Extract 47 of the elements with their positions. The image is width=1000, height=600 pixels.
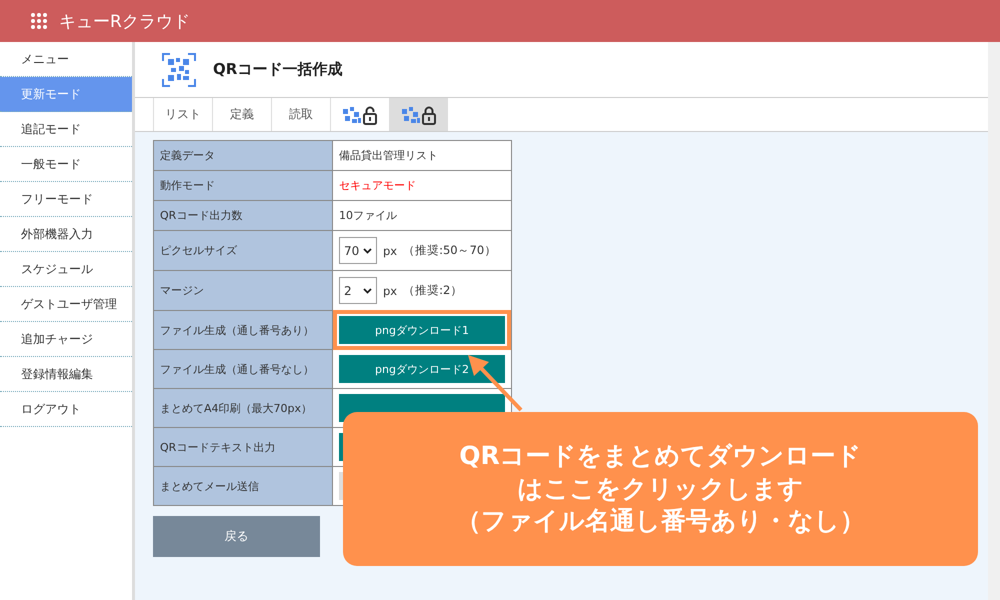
sidebar-item[interactable]: 追記モード [0, 112, 132, 147]
sidebar-item[interactable]: フリーモード [0, 182, 132, 217]
page-title: QRコード一括作成 [213, 60, 342, 79]
chevron-down-icon [363, 288, 372, 294]
qr-lock-icon [401, 104, 437, 124]
table-cell: マージン [154, 270, 332, 310]
action-button[interactable]: pngダウンロード1 [339, 316, 505, 344]
tab[interactable] [389, 98, 448, 131]
table-cell: 10ファイル [332, 200, 512, 230]
callout-text: はここをクリックします [518, 472, 804, 505]
dropdown[interactable]: 70 [339, 237, 377, 264]
table-cell: 備品貸出管理リスト [332, 140, 512, 170]
callout-text: QRコードをまとめてダウンロード [459, 440, 862, 472]
chevron-down-icon [363, 248, 372, 254]
unit-label: px [383, 244, 398, 258]
qr-code-icon [162, 52, 196, 86]
sidebar-item[interactable]: 追加チャージ [0, 322, 132, 357]
app-title: キューRクラウド [59, 10, 190, 32]
tab[interactable]: 定義 [212, 98, 271, 131]
hint-text: （推奨:2） [403, 283, 462, 298]
app-grid-icon[interactable] [31, 13, 47, 29]
back-button[interactable]: 戻る [153, 516, 320, 557]
sidebar-item[interactable]: スケジュール [0, 252, 132, 287]
table-cell: 定義データ [154, 140, 332, 170]
table-cell: まとめてA4印刷（最大70px） [154, 388, 332, 428]
table-cell: ピクセルサイズ [154, 230, 332, 270]
unit-label: px [383, 284, 398, 298]
action-button[interactable]: pngダウンロード2 [339, 355, 505, 383]
sidebar-item[interactable]: ログアウト [0, 392, 132, 427]
tab[interactable]: 読取 [271, 98, 330, 131]
table-cell: 動作モード [154, 170, 332, 200]
table-cell: QRコード出力数 [154, 200, 332, 230]
qr-lock-icon [342, 104, 378, 124]
tab[interactable]: リスト [153, 98, 212, 131]
table-cell: セキュアモード [332, 170, 512, 200]
dropdown[interactable]: 2 [339, 277, 377, 304]
callout-text: （ファイル名通し番号あり・なし） [456, 505, 865, 538]
scrollbar[interactable] [988, 42, 1000, 600]
table-cell: まとめてメール送信 [154, 466, 332, 506]
sidebar-item[interactable]: 外部機器入力 [0, 217, 132, 252]
sidebar-item[interactable]: ゲストユーザ管理 [0, 287, 132, 322]
table-cell: QRコードテキスト出力 [154, 428, 332, 466]
sidebar-item[interactable]: 一般モード [0, 147, 132, 182]
sidebar-item[interactable]: 登録情報編集 [0, 357, 132, 392]
table-cell: ファイル生成（通し番号なし） [154, 350, 332, 388]
table-cell: ファイル生成（通し番号あり） [154, 310, 332, 350]
hint-text: （推奨:50～70） [403, 243, 496, 258]
